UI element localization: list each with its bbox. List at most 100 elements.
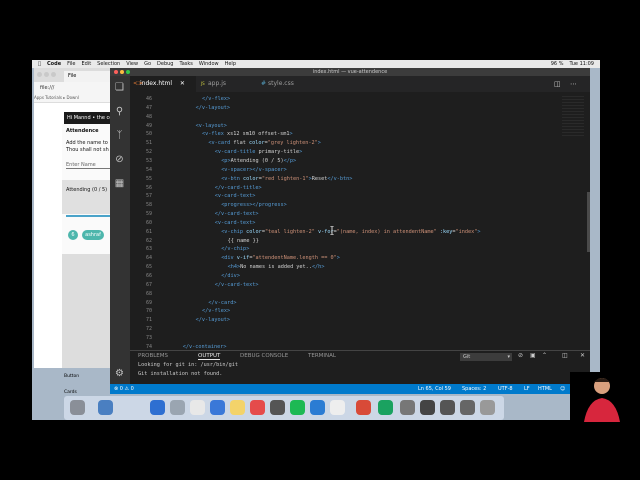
menu-window[interactable]: Window <box>199 60 219 68</box>
window-close-button[interactable] <box>37 72 42 77</box>
name-input[interactable]: Enter Name <box>66 162 110 169</box>
window-minimize-button[interactable] <box>44 72 49 77</box>
clear-output-icon[interactable]: ⊘ <box>518 352 523 359</box>
menu-edit[interactable]: Edit <box>81 60 91 68</box>
launchpad-icon[interactable] <box>150 400 165 415</box>
extensions-icon[interactable]: ▦ <box>114 178 125 189</box>
menu-help[interactable]: Help <box>225 60 236 68</box>
code-line[interactable]: <v-btn color="red lighten-1">Reset</v-bt… <box>221 176 352 182</box>
source-control-icon[interactable]: ᛉ <box>114 130 125 141</box>
browser-address-bar[interactable]: file:/// <box>34 82 114 94</box>
debug-icon[interactable]: ⊘ <box>114 154 125 165</box>
mail-icon[interactable] <box>210 400 225 415</box>
menu-view[interactable]: View <box>126 60 138 68</box>
search-icon[interactable]: ⚲ <box>114 106 125 117</box>
vscode-icon[interactable] <box>310 400 325 415</box>
code-line[interactable]: <p>Attending (0 / 5)</p> <box>221 158 296 164</box>
explorer-icon[interactable]: ❏ <box>114 82 125 93</box>
folder-icon[interactable] <box>98 400 113 415</box>
code-line[interactable]: </v-flex> <box>202 96 230 102</box>
close-panel-icon[interactable]: ✕ <box>580 352 585 359</box>
language-mode[interactable]: HTML <box>538 384 552 394</box>
code-line[interactable]: <v-card-text> <box>215 193 256 199</box>
code-line[interactable]: <progress></progress> <box>221 202 287 208</box>
menu-selection[interactable]: Selection <box>97 60 120 68</box>
code-editor[interactable]: 46 </v-flex> 47 </v-layout> 48 49 <v-layout> 50… <box>130 92 560 350</box>
output-channel-select[interactable]: Git ▾ <box>460 353 512 361</box>
code-line[interactable]: </v-chip> <box>221 246 249 252</box>
chip[interactable]: ashraf <box>82 230 104 240</box>
settings-icon[interactable] <box>330 400 345 415</box>
scrollbar-thumb[interactable] <box>587 192 590 252</box>
code-line[interactable]: <v-card flat color="grey lighten-2"> <box>208 140 320 146</box>
chrome-icon[interactable] <box>356 400 371 415</box>
code-line[interactable]: </v-card-text> <box>215 211 259 217</box>
app-icon[interactable] <box>378 400 393 415</box>
menu-tasks[interactable]: Tasks <box>179 60 192 68</box>
code-line[interactable]: <v-spacer></v-spacer> <box>221 167 287 173</box>
smiley-icon[interactable]: ☺ <box>560 384 565 394</box>
code-line[interactable]: <h4>No names is added yet..</h> <box>228 264 325 270</box>
tab-output[interactable]: OUTPUT <box>198 353 221 360</box>
tab-style-css[interactable]: # style.css <box>258 76 320 92</box>
chip[interactable]: 6 <box>68 230 78 240</box>
tab-terminal[interactable]: TERMINAL <box>308 353 336 359</box>
gear-icon[interactable]: ⚙ <box>114 368 125 379</box>
notes-icon[interactable] <box>230 400 245 415</box>
spotify-icon[interactable] <box>290 400 305 415</box>
apple-icon[interactable]:  <box>38 60 41 68</box>
menu-debug[interactable]: Debug <box>157 60 173 68</box>
indentation[interactable]: Spaces: 2 <box>462 384 486 394</box>
encoding[interactable]: UTF-8 <box>498 384 513 394</box>
more-actions-icon[interactable]: ⋯ <box>570 80 577 88</box>
app-icon[interactable] <box>420 400 435 415</box>
safari-icon[interactable] <box>170 400 185 415</box>
code-line[interactable]: {{ name }} <box>228 238 259 244</box>
cursor-position[interactable]: Ln 65, Col 59 <box>418 384 451 394</box>
code-line[interactable]: <v-card-text> <box>215 220 256 226</box>
code-line[interactable]: </v-card-text> <box>215 282 259 288</box>
close-icon[interactable]: ✕ <box>180 80 185 87</box>
code-line[interactable]: <v-chip color="teal lighten-2" v-for="(n… <box>221 229 480 235</box>
code-line[interactable]: </v-card> <box>208 300 236 306</box>
lock-icon[interactable]: ▣ <box>530 352 536 359</box>
menu-go[interactable]: Go <box>144 60 151 68</box>
browser-tab[interactable]: File <box>64 71 110 82</box>
app-icon[interactable] <box>460 400 475 415</box>
window-close-button[interactable] <box>114 70 118 74</box>
tab-problems[interactable]: PROBLEMS <box>138 353 168 359</box>
code-line[interactable]: </v-card-title> <box>215 185 262 191</box>
window-minimize-button[interactable] <box>120 70 124 74</box>
minimap[interactable] <box>560 92 590 350</box>
bookmarks-bar[interactable]: Apps Tutorials ▸ Downl <box>34 94 114 103</box>
app-icon[interactable] <box>270 400 285 415</box>
code-line[interactable]: </v-container> <box>183 344 227 350</box>
menu-file[interactable]: File <box>67 60 75 68</box>
photos-icon[interactable] <box>190 400 205 415</box>
code-line[interactable]: <v-layout> <box>196 123 227 129</box>
window-zoom-button[interactable] <box>51 72 56 77</box>
code-line[interactable]: <v-card-title primary-title> <box>215 149 302 155</box>
code-line[interactable]: </v-flex> <box>202 308 230 314</box>
tab-index-html[interactable]: <> index.html ✕ <box>130 76 196 92</box>
code-line[interactable]: <v-flex xs12 sm10 offset-sm1> <box>202 131 293 137</box>
finder-icon[interactable] <box>70 400 85 415</box>
problems-count[interactable]: ⊗ 0 ⚠ 0 <box>114 384 134 394</box>
app-icon[interactable] <box>440 400 455 415</box>
window-zoom-button[interactable] <box>126 70 130 74</box>
maximize-panel-icon[interactable]: ⌃ <box>542 352 547 359</box>
code-line[interactable]: </v-layout> <box>196 317 230 323</box>
trash-icon[interactable] <box>480 400 495 415</box>
menu-app-name[interactable]: Code <box>47 60 61 68</box>
tab-debug-console[interactable]: DEBUG CONSOLE <box>240 353 288 359</box>
battery-status[interactable]: 96 % <box>551 60 564 68</box>
code-line[interactable]: </v-layout> <box>196 105 230 111</box>
toggle-panel-icon[interactable]: ◫ <box>562 352 568 359</box>
calendar-icon[interactable] <box>250 400 265 415</box>
tab-app-js[interactable]: JS app.js <box>198 76 256 92</box>
line-ending[interactable]: LF <box>524 384 530 394</box>
split-editor-icon[interactable]: ◫ <box>554 80 561 88</box>
code-line[interactable]: </div> <box>221 273 240 279</box>
app-icon[interactable] <box>400 400 415 415</box>
code-line[interactable]: <div v-if="attendentName.length == 0"> <box>221 255 340 261</box>
